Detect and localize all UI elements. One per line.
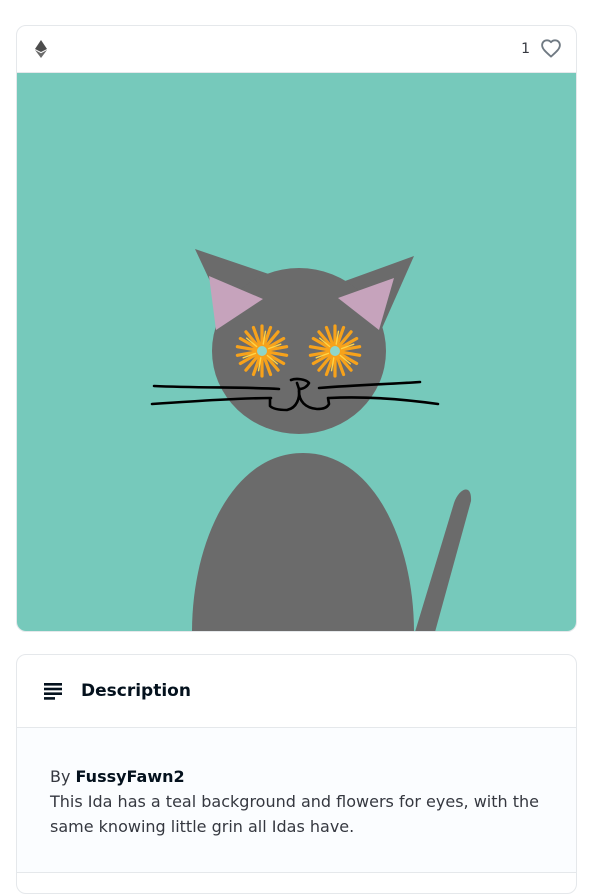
cat-illustration — [150, 249, 472, 631]
creator-line: By FussyFawn2 — [50, 764, 543, 789]
ethereum-icon — [35, 40, 47, 58]
favorite-control[interactable]: 1 — [521, 38, 562, 60]
asset-card: 1 — [16, 25, 577, 632]
heart-icon[interactable] — [540, 38, 562, 60]
favorites-count: 1 — [521, 41, 530, 57]
nft-artwork[interactable] — [17, 73, 576, 631]
description-header[interactable]: Description — [17, 655, 576, 728]
by-prefix: By — [50, 767, 71, 786]
creator-link[interactable]: FussyFawn2 — [76, 767, 185, 786]
description-text: This Ida has a teal background and flowe… — [50, 792, 539, 836]
description-title: Description — [81, 681, 191, 701]
cat-tail — [415, 489, 472, 631]
asset-card-header: 1 — [17, 26, 576, 73]
notes-icon — [41, 679, 65, 703]
description-card: Description By FussyFawn2 This Ida has a… — [16, 654, 577, 894]
description-body: By FussyFawn2 This Ida has a teal backgr… — [17, 728, 576, 873]
cat-body — [192, 453, 414, 631]
